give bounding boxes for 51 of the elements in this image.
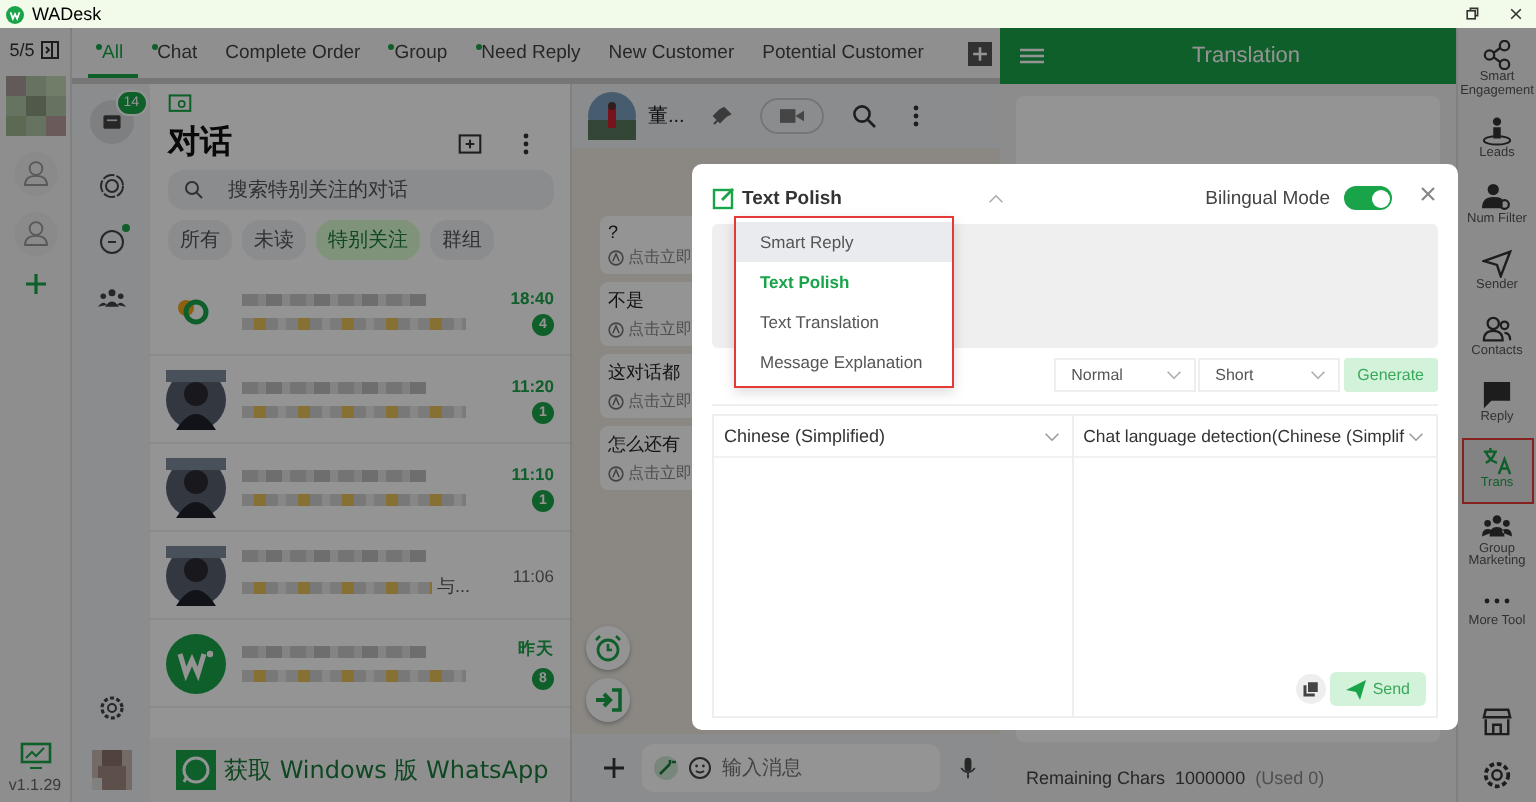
remaining-count: 1000000 <box>1175 768 1246 788</box>
bilingual-mode-label: Bilingual Mode <box>1205 187 1330 209</box>
send-button[interactable]: Send <box>1330 672 1426 706</box>
translate-link[interactable]: 点击立即 <box>628 462 692 484</box>
remaining-label: Remaining Chars <box>1026 768 1166 788</box>
contact-name: 董... <box>648 103 685 130</box>
download-banner[interactable]: 获取 Windows 版 WhatsApp <box>150 738 570 802</box>
message-text: ? <box>608 222 621 242</box>
message-time: 18:40 <box>510 287 554 307</box>
message-time: 昨天 <box>518 637 554 661</box>
filter-tab[interactable]: All <box>88 28 138 78</box>
message-text: 怎么还有 <box>608 432 682 458</box>
filter-chip[interactable]: 所有 <box>168 220 232 260</box>
message-time: 11:10 <box>511 463 554 483</box>
used-count: (Used 0) <box>1255 768 1325 788</box>
translate-link[interactable]: 点击立即 <box>628 390 692 412</box>
message-time: 11:20 <box>511 375 554 395</box>
filter-chip[interactable]: 未读 <box>242 220 306 260</box>
message-preview: 与... <box>436 574 470 600</box>
menu-item[interactable]: Text Translation <box>736 302 952 342</box>
filter-tab[interactable]: New Customer <box>600 28 749 78</box>
version-label: v1.1.29 <box>8 776 62 794</box>
tone-select[interactable]: Normal <box>1053 358 1196 392</box>
filter-tab[interactable]: Potential Customer <box>754 28 938 78</box>
account-counter: 5/5 <box>9 40 35 60</box>
source-language-select[interactable]: Chinese (Simplified) <box>714 416 1072 458</box>
message-text: 不是 <box>608 288 646 314</box>
filter-chip[interactable]: 特别关注 <box>316 220 420 260</box>
search-input[interactable]: 搜索特别关注的对话 <box>228 174 538 206</box>
translate-link[interactable]: 点击立即 <box>628 318 692 340</box>
chats-title: 对话 <box>168 123 232 164</box>
filter-tab[interactable]: Chat <box>143 28 212 78</box>
length-select[interactable]: Short <box>1197 358 1340 392</box>
search-field[interactable]: 搜索特别关注的对话 <box>168 170 554 210</box>
banner-text: 获取 Windows 版 WhatsApp <box>224 753 549 787</box>
filter-tab[interactable]: Group <box>380 28 462 78</box>
message-field[interactable]: 输入消息 <box>642 744 940 792</box>
filter-tab[interactable]: Need Reply <box>467 28 595 78</box>
window-title: WADesk <box>32 4 102 24</box>
menu-item[interactable]: Text Polish <box>736 262 952 302</box>
message-time: 11:06 <box>512 565 554 585</box>
message-text: 这对话都 <box>608 360 682 386</box>
mode-selector[interactable]: Text Polish <box>742 187 842 209</box>
generate-button[interactable]: Generate <box>1343 358 1438 392</box>
filter-tab[interactable]: Complete Order <box>217 28 375 78</box>
menu-item[interactable]: Message Explanation <box>736 342 952 382</box>
translation-title: Translation <box>1192 44 1301 68</box>
filter-chip[interactable]: 群组 <box>430 220 494 260</box>
menu-item[interactable]: Smart Reply <box>736 222 952 262</box>
translate-link[interactable]: 点击立即 <box>628 246 692 268</box>
target-language-select[interactable]: Chat language detection(Chinese (Simplif <box>1073 416 1436 458</box>
